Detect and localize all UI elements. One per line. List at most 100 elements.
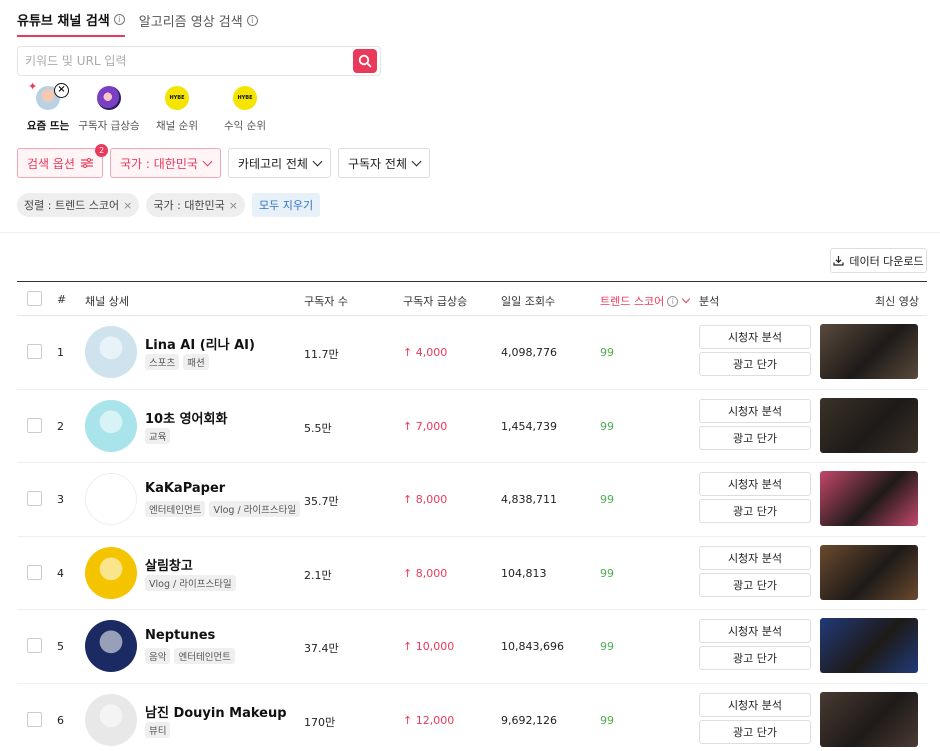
search-button[interactable] — [353, 49, 377, 73]
table-row[interactable]: 6 남진 Douyin Makeup 뷰티 170만 ↑ 12,000 9,69… — [17, 684, 927, 751]
ad-price-button[interactable]: 광고 단가 — [699, 719, 811, 744]
category-tags: 뷰티 — [145, 721, 171, 738]
chevron-down-icon — [312, 156, 323, 166]
channel-name[interactable]: Neptunes — [145, 628, 215, 643]
subscriber-count: 37.4만 — [304, 642, 339, 655]
viewer-analysis-button[interactable]: 시청자 분석 — [699, 472, 811, 496]
search-options-button[interactable]: 검색 옵션 2 — [17, 144, 108, 178]
latest-video-thumbnail[interactable] — [820, 544, 918, 600]
preset-revenue-rank[interactable]: HYBE 수익 순위 — [214, 86, 276, 133]
subscriber-count: 170만 — [304, 715, 336, 729]
header-trend-score[interactable]: 트렌드 스코어 i — [600, 293, 691, 309]
close-icon[interactable]: × — [123, 199, 132, 212]
download-label: 데이터 다운로드 — [849, 254, 924, 268]
tab-label: 유튜브 채널 검색 — [17, 14, 110, 29]
row-checkbox[interactable] — [27, 417, 42, 433]
viewer-analysis-button[interactable]: 시청자 분석 — [699, 692, 811, 717]
channel-name[interactable]: KaKaPaper — [145, 481, 225, 496]
info-icon[interactable]: i — [246, 15, 258, 26]
row-checkbox[interactable] — [27, 638, 42, 653]
close-icon[interactable]: × — [229, 199, 238, 212]
row-rank: 1 — [57, 346, 64, 359]
row-checkbox[interactable] — [27, 344, 42, 359]
country-dropdown[interactable]: 국가 : 대한민국 — [109, 148, 221, 178]
ad-price-button[interactable]: 광고 단가 — [699, 425, 811, 450]
channel-avatar[interactable] — [85, 326, 137, 378]
daily-views: 4,838,711 — [501, 493, 557, 506]
preset-label: 요즘 뜨는 — [26, 120, 70, 132]
tab-channel-search[interactable]: 유튜브 채널 검색 i — [17, 10, 125, 37]
header-growth[interactable]: 구독자 급상승 — [403, 293, 467, 309]
header-subscribers[interactable]: 구독자 수 — [304, 293, 348, 309]
table-row[interactable]: 5 Neptunes 음악 엔터테인먼트 37.4만 ↑ 10,000 10,84… — [17, 610, 927, 684]
table-row[interactable]: 3 KaKaPaper 엔터테인먼트 Vlog / 라이프스타일 35.7만 ↑ … — [17, 463, 927, 537]
viewer-analysis-button[interactable]: 시청자 분석 — [699, 619, 811, 643]
chip-label: 정렬 : 트렌드 스코어 — [24, 199, 120, 212]
ad-price-button[interactable]: 광고 단가 — [699, 572, 811, 597]
country-chip[interactable]: 국가 : 대한민국 × — [146, 193, 246, 217]
ad-price-button[interactable]: 광고 단가 — [699, 499, 811, 523]
sort-chip[interactable]: 정렬 : 트렌드 스코어 × — [17, 193, 140, 217]
viewer-analysis-button[interactable]: 시청자 분석 — [699, 398, 811, 423]
close-icon[interactable]: × — [54, 83, 69, 98]
row-checkbox[interactable] — [27, 491, 42, 506]
preset-channel-rank[interactable]: HYBE 채널 순위 — [146, 86, 208, 133]
latest-video-thumbnail[interactable] — [820, 324, 918, 379]
channel-avatar[interactable] — [85, 693, 137, 746]
latest-video-thumbnail[interactable] — [820, 691, 918, 747]
preset-label: 수익 순위 — [224, 120, 266, 132]
tab-algorithm-video-search[interactable]: 알고리즘 영상 검색 i — [139, 11, 258, 36]
latest-video-thumbnail[interactable] — [820, 397, 918, 453]
ad-price-button[interactable]: 광고 단가 — [699, 646, 811, 670]
header-channel: 채널 상세 — [85, 295, 129, 308]
info-icon[interactable]: i — [667, 295, 679, 307]
hybe-logo-icon: HYBE — [165, 86, 189, 110]
channel-avatar[interactable] — [85, 399, 137, 452]
table-row[interactable]: 2 10초 영어회화 교육 5.5만 ↑ 7,000 1,454,739 99 … — [17, 390, 927, 463]
channel-name[interactable]: 살림창고 — [145, 555, 193, 574]
trend-score: 99 — [600, 493, 614, 506]
table-row[interactable]: 4 살림창고 Vlog / 라이프스타일 2.1만 ↑ 8,000 104,81… — [17, 537, 927, 610]
trend-score: 99 — [600, 346, 614, 359]
trend-score: 99 — [600, 713, 614, 727]
channel-avatar[interactable] — [85, 546, 137, 599]
channel-name[interactable]: Lina AI (리나 AI) — [145, 334, 255, 353]
table-row[interactable]: 1 Lina AI (리나 AI) 스포츠 패션 11.7만 ↑ 4,000 4,… — [17, 316, 927, 390]
viewer-analysis-button[interactable]: 시청자 분석 — [699, 325, 811, 349]
chevron-down-icon — [202, 156, 213, 166]
info-icon[interactable]: i — [113, 14, 125, 25]
channel-name[interactable]: 남진 Douyin Makeup — [145, 702, 287, 721]
download-icon — [833, 256, 844, 266]
channel-avatar[interactable] — [85, 620, 137, 672]
viewer-analysis-button[interactable]: 시청자 분석 — [699, 545, 811, 570]
section-divider — [0, 232, 940, 233]
row-checkbox[interactable] — [27, 711, 42, 727]
row-rank: 3 — [57, 493, 64, 506]
category-dropdown[interactable]: 카테고리 전체 — [227, 148, 331, 178]
search-input[interactable] — [18, 47, 353, 75]
preset-trending[interactable]: ✦ × 요즘 뜨는 — [24, 80, 72, 133]
data-download-button[interactable]: 데이터 다운로드 — [830, 248, 927, 273]
channel-name[interactable]: 10초 영어회화 — [145, 408, 227, 427]
active-filter-chips: 정렬 : 트렌드 스코어 × 국가 : 대한민국 × 모두 지우기 — [17, 193, 321, 217]
category-tags: 엔터테인먼트 Vlog / 라이프스타일 — [145, 501, 301, 517]
subscriber-dropdown[interactable]: 구독자 전체 — [337, 148, 430, 178]
latest-video-thumbnail[interactable] — [820, 471, 918, 526]
header-latest-video: 최신 영상 — [875, 295, 919, 308]
select-all-checkbox[interactable] — [27, 291, 42, 306]
header-analysis: 분석 — [699, 295, 720, 308]
header-views[interactable]: 일일 조회수 — [501, 293, 555, 309]
count-badge: 2 — [94, 144, 108, 157]
subscriber-count: 2.1만 — [304, 568, 332, 582]
preset-subscriber-growth[interactable]: 구독자 급상승 — [78, 86, 140, 133]
category-tag: Vlog / 라이프스타일 — [209, 501, 301, 517]
subscriber-growth: ↑ 8,000 — [403, 566, 448, 580]
quick-presets: ✦ × 요즘 뜨는 구독자 급상승 HYBE 채널 순위 HYBE 수익 순위 — [24, 80, 276, 133]
ad-price-button[interactable]: 광고 단가 — [699, 352, 811, 376]
category-tag: 음악 — [145, 648, 171, 664]
row-checkbox[interactable] — [27, 564, 42, 580]
category-tag: 교육 — [145, 427, 171, 444]
clear-all-button[interactable]: 모두 지우기 — [252, 193, 321, 217]
latest-video-thumbnail[interactable] — [820, 618, 918, 673]
channel-avatar[interactable] — [85, 473, 137, 525]
